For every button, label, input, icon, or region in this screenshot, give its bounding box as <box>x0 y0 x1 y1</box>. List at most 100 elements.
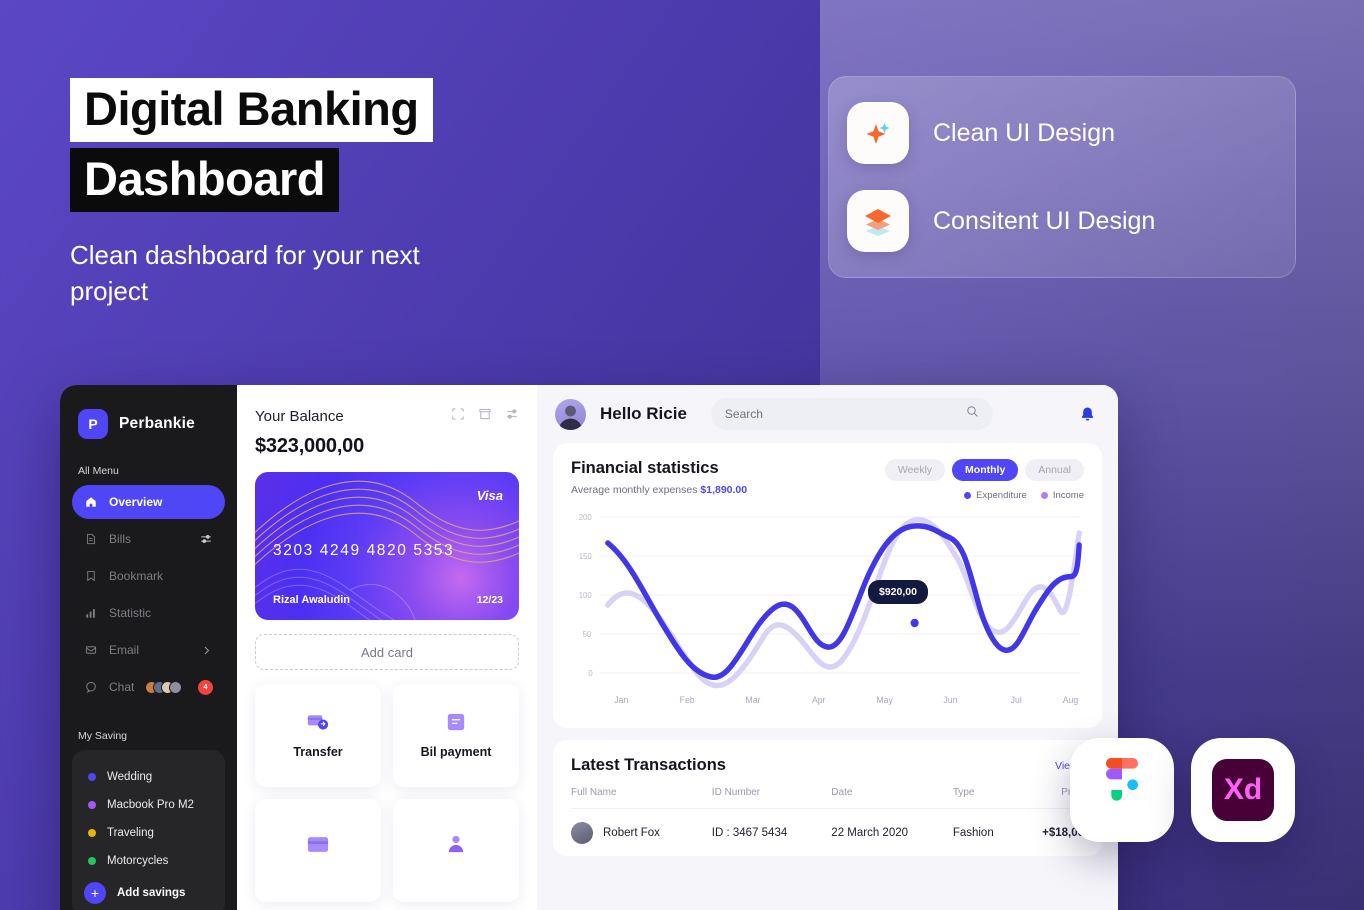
svg-text:150: 150 <box>579 552 593 561</box>
balance-header: Your Balance <box>255 407 519 426</box>
saving-item-motorcycles[interactable]: Motorcycles <box>72 847 225 875</box>
transactions-table: Full Name ID Number Date Type Price Robe… <box>571 787 1084 848</box>
legend-expenditure: Expenditure <box>964 490 1027 501</box>
quick-action-3[interactable] <box>255 799 381 902</box>
plus-icon: + <box>84 882 106 904</box>
table-header-row: Full Name ID Number Date Type Price <box>571 787 1084 809</box>
hero-subtitle: Clean dashboard for your next project <box>70 240 420 306</box>
sidebar-item-label: Bookmark <box>109 569 164 583</box>
transactions-header: Latest Transactions View › <box>571 756 1084 775</box>
chart-legend: Expenditure Income <box>885 490 1084 501</box>
add-card-button[interactable]: Add card <box>255 634 519 670</box>
card-expiry: 12/23 <box>476 594 503 606</box>
sidebar-item-statistic[interactable]: Statistic <box>72 596 225 630</box>
cell-id: ID : 3467 5434 <box>711 827 788 839</box>
sidebar-item-bookmark[interactable]: Bookmark <box>72 559 225 593</box>
bell-icon[interactable] <box>1074 401 1100 427</box>
archive-icon[interactable] <box>478 407 492 426</box>
search-input[interactable] <box>724 407 958 421</box>
quick-action-4[interactable] <box>393 799 519 902</box>
period-segments: Weekly Monthly Annual <box>884 459 1084 481</box>
saving-item-macbook[interactable]: Macbook Pro M2 <box>72 791 225 819</box>
svg-text:50: 50 <box>583 630 592 639</box>
transactions-title: Latest Transactions <box>571 756 726 774</box>
brand: P Perbankie <box>60 409 237 439</box>
saving-section-label: My Saving <box>78 730 128 742</box>
svg-text:May: May <box>876 695 893 705</box>
saving-label: Macbook Pro M2 <box>107 799 194 811</box>
add-savings-label: Add savings <box>117 887 186 899</box>
col-id-number: ID Number <box>711 787 832 809</box>
transaction-name: Robert Fox <box>603 827 660 839</box>
adobe-xd-label: Xd <box>1223 773 1263 806</box>
tab-annual[interactable]: Annual <box>1025 459 1084 481</box>
tab-weekly[interactable]: Weekly <box>884 459 946 481</box>
topbar: Hello Ricie <box>537 385 1118 443</box>
table-row[interactable]: Robert Fox ID : 3467 5434 22 March 2020 … <box>571 809 1084 849</box>
hero-title-line2: Dashboard <box>70 148 339 212</box>
sidebar-item-label: Bills <box>109 532 132 546</box>
tab-monthly[interactable]: Monthly <box>952 459 1019 481</box>
financial-statistics-panel: Financial statistics Average monthly exp… <box>553 443 1102 728</box>
sidebar-item-label: Email <box>109 643 140 657</box>
adobe-xd-logo: Xd <box>1191 738 1295 842</box>
home-icon <box>84 495 98 509</box>
avatar <box>571 822 593 844</box>
financial-chart: 200 150 100 50 0 Jan Feb Mar Apr May Jun… <box>571 505 1084 720</box>
person-icon <box>445 834 467 854</box>
chat-avatar-group <box>145 680 182 694</box>
saving-label: Wedding <box>107 771 153 783</box>
statistics-header: Financial statistics Average monthly exp… <box>571 459 1084 501</box>
main-column: Hello Ricie Financial statistics Average… <box>537 385 1118 910</box>
layers-icon <box>847 190 909 252</box>
search-icon[interactable] <box>966 405 979 423</box>
sidebar-item-chat[interactable]: Chat 4 <box>72 670 225 704</box>
saving-item-traveling[interactable]: Traveling <box>72 819 225 847</box>
sidebar-item-bills[interactable]: Bills <box>72 522 225 556</box>
latest-transactions-panel: Latest Transactions View › Full Name ID … <box>553 740 1102 856</box>
filter-icon[interactable] <box>505 407 519 426</box>
saving-label: Motorcycles <box>107 855 169 867</box>
document-icon <box>84 532 98 546</box>
col-type: Type <box>952 787 1018 809</box>
svg-text:Jul: Jul <box>1011 695 1022 705</box>
card-brand: Visa <box>476 488 503 503</box>
sliders-icon[interactable] <box>199 532 213 546</box>
bookmark-icon <box>84 569 98 583</box>
hero-title-line1: Digital Banking <box>70 78 433 142</box>
savings-list: Wedding Macbook Pro M2 Traveling Motorcy… <box>72 750 225 910</box>
sidebar-item-email[interactable]: Email <box>72 633 225 667</box>
avatar <box>169 680 182 694</box>
svg-text:0: 0 <box>588 669 593 678</box>
sidebar-item-label: Overview <box>109 495 163 509</box>
svg-text:Apr: Apr <box>812 695 826 705</box>
chart-tooltip: $920,00 <box>868 580 928 604</box>
greeting: Hello Ricie <box>600 404 687 423</box>
cell-date: 22 March 2020 <box>831 827 909 839</box>
credit-card[interactable]: Visa 3203 4249 4820 5353 Rizal Awaludin … <box>255 472 519 620</box>
chevron-right-icon[interactable] <box>199 643 213 657</box>
sparkle-icon <box>847 102 909 164</box>
saving-item-wedding[interactable]: Wedding <box>72 763 225 791</box>
search-bar[interactable] <box>710 398 993 430</box>
chat-badge: 4 <box>198 679 213 695</box>
card-holder: Rizal Awaludin <box>273 594 351 606</box>
add-savings-button[interactable]: + Add savings <box>72 878 225 908</box>
quick-action-transfer[interactable]: Transfer <box>255 684 381 787</box>
bill-icon <box>445 712 467 732</box>
cell-type: Fashion <box>952 827 994 839</box>
svg-text:Aug: Aug <box>1063 695 1079 705</box>
svg-text:Jun: Jun <box>943 695 957 705</box>
svg-text:100: 100 <box>579 591 593 600</box>
brand-name: Perbankie <box>119 415 195 432</box>
col-full-name: Full Name <box>571 787 712 809</box>
user-avatar[interactable] <box>555 398 586 430</box>
saving-label: Traveling <box>107 827 154 839</box>
hero-section: Digital Banking Dashboard Clean dashboar… <box>70 78 770 310</box>
balance-header-icons <box>451 407 519 426</box>
scan-icon[interactable] <box>451 407 465 426</box>
statistics-subtitle-value: $1,890.00 <box>700 484 748 496</box>
quick-action-bill-payment[interactable]: Bil payment <box>393 684 519 787</box>
svg-text:Feb: Feb <box>680 695 695 705</box>
sidebar-item-overview[interactable]: Overview <box>72 485 225 519</box>
